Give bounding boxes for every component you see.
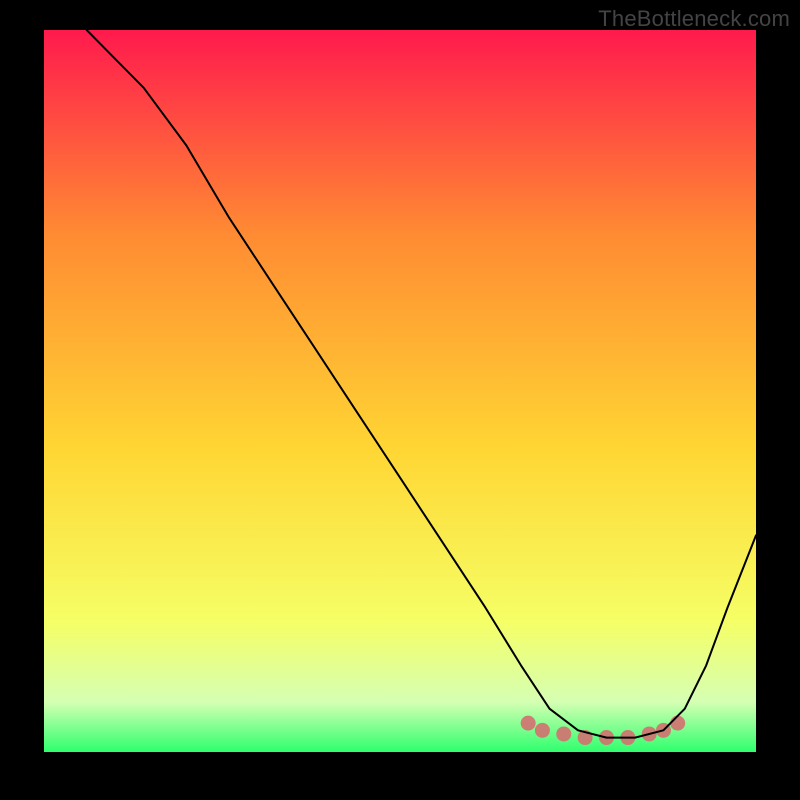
chart-svg [44,30,756,752]
chart-area [44,30,756,752]
chart-background [44,30,756,752]
marker-point [670,716,685,731]
watermark-text: TheBottleneck.com [598,6,790,32]
marker-point [556,726,571,741]
marker-point [535,723,550,738]
marker-point [521,716,536,731]
